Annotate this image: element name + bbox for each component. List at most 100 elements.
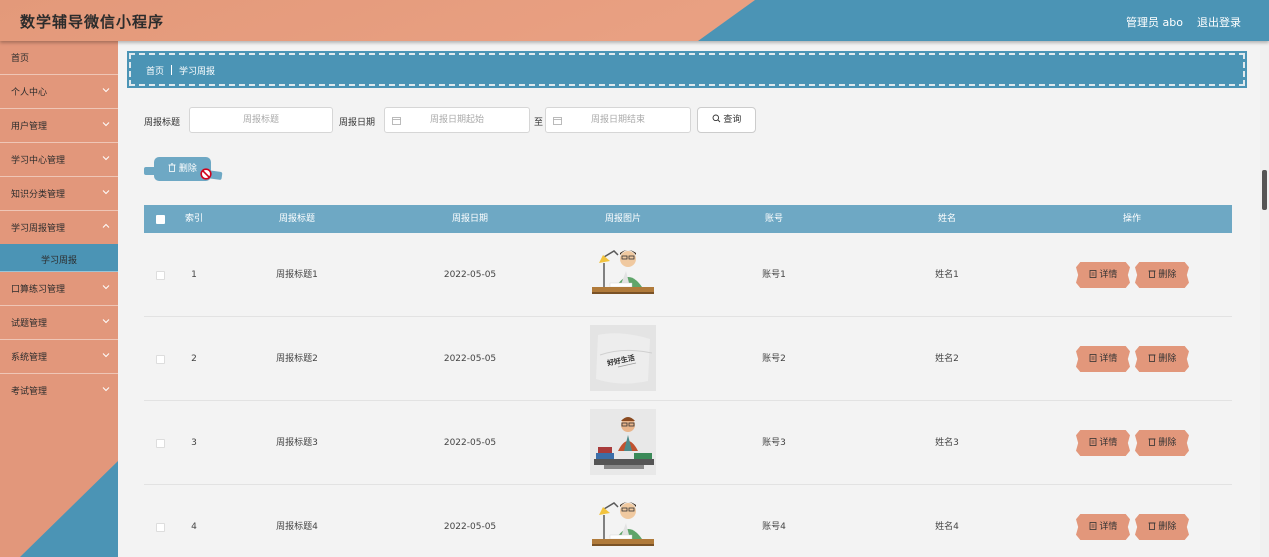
detail-label-wrap: 详情 bbox=[1089, 354, 1118, 364]
delete-button[interactable]: 删除 bbox=[1135, 430, 1189, 456]
header-index: 索引 bbox=[184, 214, 203, 224]
document-icon bbox=[1089, 522, 1096, 530]
scrollbar-thumb[interactable] bbox=[1262, 170, 1267, 210]
title-filter-label: 周报标题 bbox=[144, 118, 181, 128]
delete-label-wrap: 删除 bbox=[1148, 270, 1177, 280]
breadcrumb-separator bbox=[171, 65, 173, 75]
chevron-down-icon bbox=[102, 156, 110, 161]
delete-label: 删除 bbox=[1158, 270, 1177, 280]
cell-title: 周报标题1 bbox=[276, 270, 318, 280]
delete-button[interactable]: 删除 bbox=[1135, 514, 1189, 540]
date-start-input[interactable]: 周报日期起始 bbox=[384, 107, 530, 133]
cell-name: 姓名4 bbox=[935, 522, 959, 532]
document-icon bbox=[1089, 438, 1096, 446]
cell-account: 账号2 bbox=[762, 354, 786, 364]
detail-button[interactable]: 详情 bbox=[1076, 346, 1130, 372]
query-button[interactable]: 查询 bbox=[697, 107, 756, 133]
sidebar-item-label: 系统管理 bbox=[11, 353, 48, 363]
trash-icon bbox=[1148, 354, 1156, 362]
cell-index: 4 bbox=[191, 522, 197, 532]
student-desk-image[interactable] bbox=[590, 241, 656, 307]
detail-label-wrap: 详情 bbox=[1089, 270, 1117, 280]
detail-button[interactable]: 详情 bbox=[1076, 262, 1130, 288]
sidebar-item-user-management[interactable]: 用户管理 bbox=[0, 109, 118, 143]
chevron-down-icon bbox=[102, 190, 110, 195]
student-desk-image[interactable] bbox=[590, 493, 656, 557]
sidebar-item-weekly-report-management[interactable]: 学习周报管理 bbox=[0, 211, 118, 245]
cell-index: 2 bbox=[191, 354, 197, 364]
sidebar-item-label: 首页 bbox=[11, 54, 30, 64]
title-search-placeholder: 周报标题 bbox=[242, 115, 279, 125]
table-row: 3 周报标题3 2022-05-05 账号3 姓名3 详情 删除 bbox=[144, 401, 1232, 485]
select-all-checkbox[interactable] bbox=[156, 215, 165, 224]
cell-date: 2022-05-05 bbox=[443, 522, 497, 532]
delete-label-wrap: 删除 bbox=[1148, 438, 1177, 448]
title-search-input[interactable]: 周报标题 bbox=[189, 107, 333, 133]
page-scrollbar[interactable] bbox=[1260, 41, 1269, 557]
table-row: 1 周报标题1 2022-05-05 账号1 姓名1 详情 删除 bbox=[144, 233, 1232, 317]
table-row: 4 周报标题4 2022-05-05 账号4 姓名4 详情 删除 bbox=[144, 485, 1232, 557]
sidebar-item-exam-management[interactable]: 考试管理 bbox=[0, 374, 118, 408]
calendar-icon bbox=[553, 117, 562, 125]
cell-account: 账号4 bbox=[762, 522, 786, 532]
sidebar-item-label: 知识分类管理 bbox=[11, 190, 66, 200]
row-checkbox[interactable] bbox=[156, 271, 165, 280]
breadcrumb: 首页 学习周报 bbox=[127, 51, 1247, 88]
table-row: 2 周报标题2 2022-05-05 好好生活 账号2 姓名2 详情 删除 bbox=[144, 317, 1232, 401]
header-account: 账号 bbox=[764, 214, 783, 224]
trash-icon bbox=[168, 163, 176, 172]
detail-label: 详情 bbox=[1099, 438, 1118, 448]
header-blue-wedge bbox=[698, 0, 1269, 41]
chevron-down-icon bbox=[102, 88, 110, 93]
breadcrumb-current: 学习周报 bbox=[179, 67, 216, 77]
calendar-icon bbox=[392, 117, 401, 125]
chevron-down-icon bbox=[102, 285, 110, 290]
delete-label: 删除 bbox=[1158, 354, 1177, 364]
row-checkbox[interactable] bbox=[156, 523, 165, 532]
man-books-image[interactable] bbox=[590, 409, 656, 475]
chevron-down-icon bbox=[102, 319, 110, 324]
chevron-down-icon bbox=[102, 387, 110, 392]
cell-name: 姓名3 bbox=[935, 438, 959, 448]
cell-name: 姓名1 bbox=[935, 270, 959, 280]
sidebar-item-label: 口算练习管理 bbox=[11, 285, 66, 295]
delete-button[interactable]: 删除 bbox=[1135, 262, 1189, 288]
cell-date: 2022-05-05 bbox=[443, 438, 497, 448]
date-end-input[interactable]: 周报日期结束 bbox=[545, 107, 691, 133]
sidebar-item-study-center[interactable]: 学习中心管理 bbox=[0, 143, 118, 177]
sidebar-item-home[interactable]: 首页 bbox=[0, 41, 118, 75]
cell-title: 周报标题4 bbox=[276, 522, 318, 532]
paper-note-image[interactable]: 好好生活 bbox=[590, 325, 656, 391]
header-date: 周报日期 bbox=[451, 214, 488, 224]
sidebar-item-system-management[interactable]: 系统管理 bbox=[0, 340, 118, 374]
detail-button[interactable]: 详情 bbox=[1076, 430, 1130, 456]
sidebar-subitem-weekly-report[interactable]: 学习周报 bbox=[0, 244, 118, 272]
logout-link[interactable]: 退出登录 bbox=[1197, 14, 1241, 30]
delete-label: 删除 bbox=[1158, 438, 1177, 448]
sidebar-item-label: 学习周报 bbox=[40, 256, 77, 266]
breadcrumb-home[interactable]: 首页 bbox=[146, 67, 164, 77]
batch-delete-button[interactable]: 删除 bbox=[144, 157, 223, 183]
row-checkbox[interactable] bbox=[156, 439, 165, 448]
sidebar-item-label: 学习周报管理 bbox=[11, 224, 66, 234]
trash-icon bbox=[1148, 522, 1156, 530]
header-actions: 操作 bbox=[1122, 214, 1141, 224]
detail-button[interactable]: 详情 bbox=[1076, 514, 1130, 540]
detail-label-wrap: 详情 bbox=[1089, 438, 1118, 448]
detail-label: 详情 bbox=[1099, 354, 1118, 364]
sidebar-item-personal-center[interactable]: 个人中心 bbox=[0, 75, 118, 109]
delete-button[interactable]: 删除 bbox=[1135, 346, 1189, 372]
not-allowed-icon bbox=[200, 168, 212, 180]
detail-label-wrap: 详情 bbox=[1089, 522, 1118, 532]
sidebar-item-knowledge-category[interactable]: 知识分类管理 bbox=[0, 177, 118, 211]
sidebar: 首页 个人中心 用户管理 学习中心管理 知识分类管理 学习周报管理 学习周报 口… bbox=[0, 41, 118, 557]
sidebar-item-question-management[interactable]: 试题管理 bbox=[0, 306, 118, 340]
date-end-placeholder: 周报日期结束 bbox=[590, 115, 645, 125]
row-checkbox[interactable] bbox=[156, 355, 165, 364]
sidebar-item-oral-arithmetic[interactable]: 口算练习管理 bbox=[0, 272, 118, 306]
header-name: 姓名 bbox=[937, 214, 956, 224]
trash-icon bbox=[1148, 438, 1156, 446]
search-icon bbox=[712, 114, 720, 123]
cell-title: 周报标题3 bbox=[276, 438, 318, 448]
detail-label: 详情 bbox=[1099, 522, 1118, 532]
